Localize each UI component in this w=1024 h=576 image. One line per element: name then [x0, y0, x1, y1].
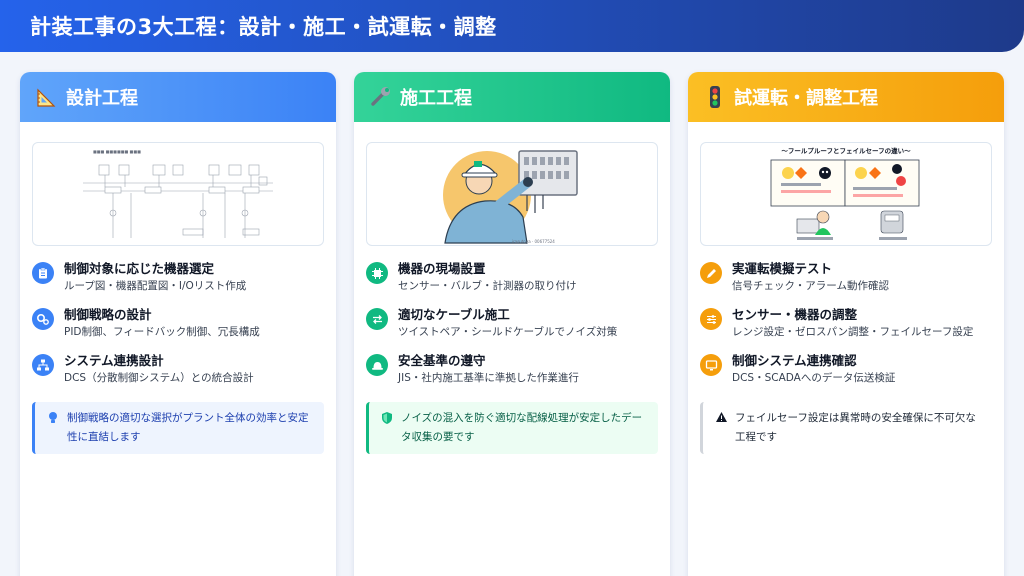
construction-card-header: 施工工程: [354, 72, 670, 122]
lightbulb-icon: [47, 411, 63, 447]
list-item: 実運転模擬テスト 信号チェック・アラーム動作確認: [700, 260, 992, 306]
item-title: 実運転模擬テスト: [732, 261, 833, 276]
list-item: システム連携設計 DCS（分散制御システム）との統合設計: [32, 352, 324, 398]
commissioning-card-title: 試運転・調整工程: [734, 88, 878, 109]
construction-item-list: 機器の現場設置 センサー・バルブ・計測器の取り付け 適切なケーブル施工 ツイスト…: [354, 246, 670, 398]
item-description: JIS・社内施工基準に準拠した作業進行: [398, 372, 579, 384]
monitor-icon: [700, 354, 722, 376]
item-title: 制御戦略の設計: [64, 307, 152, 322]
note-text: 制御戦略の適切な選択がプラント全体の効率と安定性に直結します: [67, 412, 309, 443]
svg-text:■■■ ■■■■■■ ■■■: ■■■ ■■■■■■ ■■■: [93, 149, 141, 154]
commissioning-warning-note: フェイルセーフ設定は異常時の安全確保に不可欠な工程です: [700, 402, 992, 454]
gears-icon: [32, 308, 54, 330]
traffic-light-icon: [702, 84, 728, 110]
hard-hat-icon: [366, 354, 388, 376]
list-item: 安全基準の遵守 JIS・社内施工基準に準拠した作業進行: [366, 352, 658, 398]
item-description: PID制御、フィードバック制御、冗長構成: [64, 326, 260, 338]
list-item: 適切なケーブル施工 ツイストペア・シールドケーブルでノイズ対策: [366, 306, 658, 352]
note-text: フェイルセーフ設定は異常時の安全確保に不可欠な工程です: [735, 412, 976, 443]
sliders-icon: [700, 308, 722, 330]
page-title: 計装工事の3大工程：設計・施工・試運転・調整: [30, 15, 497, 39]
design-card: 設計工程 ■■■ ■■■■■■ ■■■ 制御対象に応じた機器選定 ループ図・機器…: [20, 72, 336, 576]
worker-illustration: irasutoya · 00677524: [366, 142, 658, 246]
item-title: 適切なケーブル施工: [398, 307, 510, 322]
item-description: ツイストペア・シールドケーブルでノイズ対策: [398, 326, 618, 338]
illustration-title: 〜フールプルーフとフェイルセーフの違い〜: [781, 146, 911, 155]
illustration-caption: irasutoya · 00677524: [512, 239, 555, 244]
clipboard-icon: [32, 262, 54, 284]
failsafe-illustration: 〜フールプルーフとフェイルセーフの違い〜: [700, 142, 992, 246]
commissioning-card: 試運転・調整工程 〜フールプルーフとフェイルセーフの違い〜 実運転模擬テスト 信…: [688, 72, 1004, 576]
shield-icon: [381, 411, 397, 447]
item-description: センサー・バルブ・計測器の取り付け: [398, 280, 577, 292]
list-item: 制御対象に応じた機器選定 ループ図・機器配置図・I/Oリスト作成: [32, 260, 324, 306]
design-tip-note: 制御戦略の適切な選択がプラント全体の効率と安定性に直結します: [32, 402, 324, 454]
commissioning-card-header: 試運転・調整工程: [688, 72, 1004, 122]
item-title: 安全基準の遵守: [398, 353, 486, 368]
item-description: レンジ設定・ゼロスパン調整・フェイルセーフ設定: [732, 326, 974, 338]
item-title: 制御システム連携確認: [732, 353, 857, 368]
swap-arrows-icon: [366, 308, 388, 330]
item-title: 機器の現場設置: [398, 261, 486, 276]
triangle-ruler-icon: [34, 84, 60, 110]
microchip-icon: [366, 262, 388, 284]
item-description: DCS（分散制御システム）との統合設計: [64, 372, 254, 384]
design-item-list: 制御対象に応じた機器選定 ループ図・機器配置図・I/Oリスト作成 制御戦略の設計…: [20, 246, 336, 398]
design-card-title: 設計工程: [66, 88, 138, 109]
commissioning-item-list: 実運転模擬テスト 信号チェック・アラーム動作確認 センサー・機器の調整 レンジ設…: [688, 246, 1004, 398]
warning-icon: [715, 411, 731, 447]
design-card-header: 設計工程: [20, 72, 336, 122]
item-title: 制御対象に応じた機器選定: [64, 261, 215, 276]
construction-card-title: 施工工程: [400, 88, 472, 109]
item-description: 信号チェック・アラーム動作確認: [732, 280, 889, 292]
item-title: システム連携設計: [64, 353, 164, 368]
construction-card: 施工工程 irasutoya · 00677524 機器の現場設置 センサー・バ…: [354, 72, 670, 576]
list-item: 制御システム連携確認 DCS・SCADAへのデータ伝送検証: [700, 352, 992, 398]
page-header: 計装工事の3大工程：設計・施工・試運転・調整: [0, 0, 1024, 52]
list-item: センサー・機器の調整 レンジ設定・ゼロスパン調整・フェイルセーフ設定: [700, 306, 992, 352]
item-description: ループ図・機器配置図・I/Oリスト作成: [64, 280, 247, 292]
note-text: ノイズの混入を防ぐ適切な配線処理が安定したデータ収集の要です: [401, 412, 643, 443]
wrench-icon: [368, 84, 394, 110]
network-icon: [32, 354, 54, 376]
item-description: DCS・SCADAへのデータ伝送検証: [732, 372, 896, 384]
list-item: 機器の現場設置 センサー・バルブ・計測器の取り付け: [366, 260, 658, 306]
item-title: センサー・機器の調整: [732, 307, 858, 322]
loop-diagram-illustration: ■■■ ■■■■■■ ■■■: [32, 142, 324, 246]
construction-tip-note: ノイズの混入を防ぐ適切な配線処理が安定したデータ収集の要です: [366, 402, 658, 454]
pen-icon: [700, 262, 722, 284]
list-item: 制御戦略の設計 PID制御、フィードバック制御、冗長構成: [32, 306, 324, 352]
